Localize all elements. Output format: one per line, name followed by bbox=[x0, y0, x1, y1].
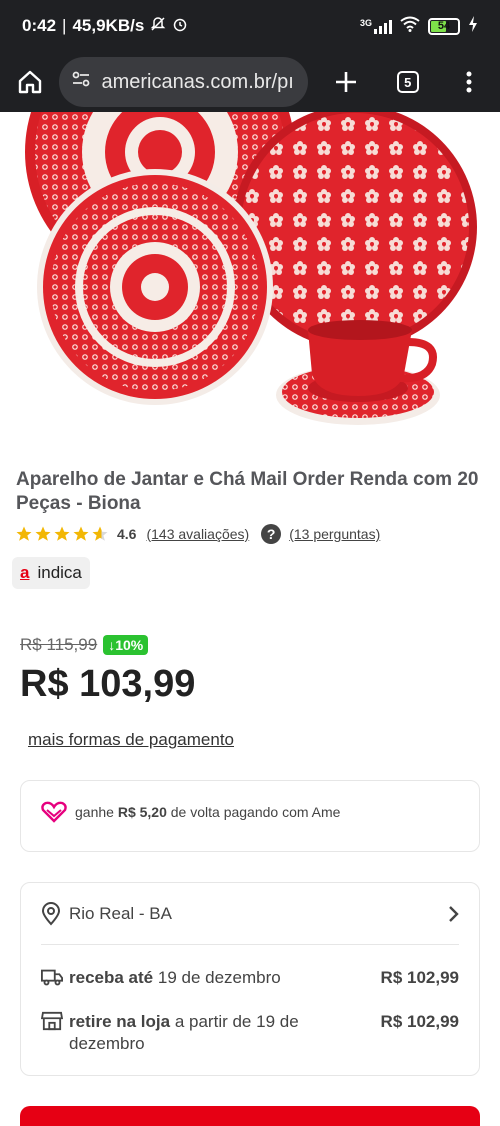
plus-icon bbox=[336, 72, 357, 92]
more-vert-icon bbox=[466, 71, 472, 93]
receive-price: R$ 102,99 bbox=[380, 968, 459, 987]
rating-stars bbox=[15, 525, 109, 543]
store-icon bbox=[41, 1011, 63, 1031]
browser-menu-button[interactable] bbox=[439, 52, 500, 112]
rating-value: 4.6 bbox=[117, 526, 137, 542]
product-details: Aparelho de Jantar e Chá Mail Order Rend… bbox=[0, 468, 500, 1076]
cashback-prefix: ganhe bbox=[75, 804, 114, 820]
pickup-option-row: retire na loja a partir de 19 de dezembr… bbox=[41, 1011, 459, 1075]
payment-options-link[interactable]: mais formas de pagamento bbox=[28, 730, 234, 750]
wifi-icon bbox=[400, 16, 420, 37]
receive-label: receba até bbox=[69, 968, 154, 987]
star-icon bbox=[73, 526, 89, 541]
americanas-logo-icon: a bbox=[20, 563, 30, 582]
questions-link[interactable]: (13 perguntas) bbox=[289, 526, 380, 542]
current-price: R$ 103,99 bbox=[20, 663, 196, 705]
question-icon: ? bbox=[261, 524, 282, 544]
browser-toolbar: americanas.com.br/pı 5 bbox=[0, 52, 500, 112]
pickup-label: retire na loja bbox=[69, 1012, 171, 1031]
star-icon bbox=[35, 526, 51, 541]
reviews-link[interactable]: (143 avaliações) bbox=[146, 526, 249, 542]
location-pin-icon bbox=[41, 901, 61, 926]
location-row[interactable]: Rio Real - BA bbox=[41, 883, 459, 945]
pickup-price: R$ 102,99 bbox=[380, 1012, 459, 1031]
delivery-card: Rio Real - BA receba até 19 de dezembro … bbox=[20, 882, 480, 1076]
truck-icon bbox=[41, 969, 63, 986]
cashback-suffix: de volta pagando com Ame bbox=[170, 804, 341, 820]
old-price-row: R$ 115,99 ↓10% bbox=[20, 635, 480, 655]
battery-level: 54 bbox=[437, 20, 451, 32]
status-separator: | bbox=[62, 16, 67, 35]
cashback-text: ganhe R$ 5,20 de volta pagando com Ame bbox=[75, 801, 340, 820]
tab-count: 5 bbox=[396, 71, 419, 93]
alarm-icon bbox=[172, 16, 188, 37]
network-type: 3G bbox=[359, 18, 372, 28]
indica-label: indica bbox=[37, 563, 82, 582]
product-title: Aparelho de Jantar e Chá Mail Order Rend… bbox=[16, 469, 479, 514]
cashback-card: ganhe R$ 5,20 de volta pagando com Ame bbox=[20, 780, 480, 852]
url-text: americanas.com.br/pı bbox=[101, 70, 294, 93]
battery-icon: 54 bbox=[428, 17, 460, 35]
signal-icon: 3G bbox=[360, 18, 392, 34]
rating-row: 4.6 (143 avaliações) ? (13 perguntas) bbox=[15, 524, 485, 544]
status-speed: 45,9KB/s bbox=[72, 16, 145, 35]
status-time: 0:42 bbox=[22, 16, 57, 35]
location-text: Rio Real - BA bbox=[69, 903, 172, 923]
ame-heart-icon bbox=[41, 801, 67, 823]
home-icon bbox=[18, 70, 41, 94]
buy-button-edge[interactable] bbox=[20, 1106, 480, 1126]
site-settings-icon[interactable] bbox=[71, 69, 91, 95]
mute-bell-icon bbox=[150, 16, 166, 37]
status-bar: 0:42 | 45,9KB/s 3G 54 bbox=[0, 0, 500, 52]
url-bar[interactable]: americanas.com.br/pı bbox=[59, 57, 308, 107]
delivery-option-row: receba até 19 de dezembro R$ 102,99 bbox=[41, 967, 459, 989]
chevron-right-icon bbox=[449, 905, 459, 922]
star-icon bbox=[54, 526, 70, 541]
receive-date: 19 de dezembro bbox=[157, 968, 281, 987]
old-price: R$ 115,99 bbox=[20, 635, 98, 654]
product-image[interactable] bbox=[0, 112, 500, 442]
star-icon bbox=[16, 526, 32, 541]
indica-badge: a indica bbox=[12, 557, 90, 589]
charging-icon bbox=[468, 15, 478, 37]
dessert-plate bbox=[37, 169, 273, 405]
cashback-amount: R$ 5,20 bbox=[117, 804, 167, 820]
new-tab-button[interactable] bbox=[316, 52, 377, 112]
discount-badge: ↓10% bbox=[103, 635, 149, 655]
home-button[interactable] bbox=[0, 52, 59, 112]
half-star-icon bbox=[92, 526, 108, 541]
tab-switcher-button[interactable]: 5 bbox=[377, 52, 438, 112]
